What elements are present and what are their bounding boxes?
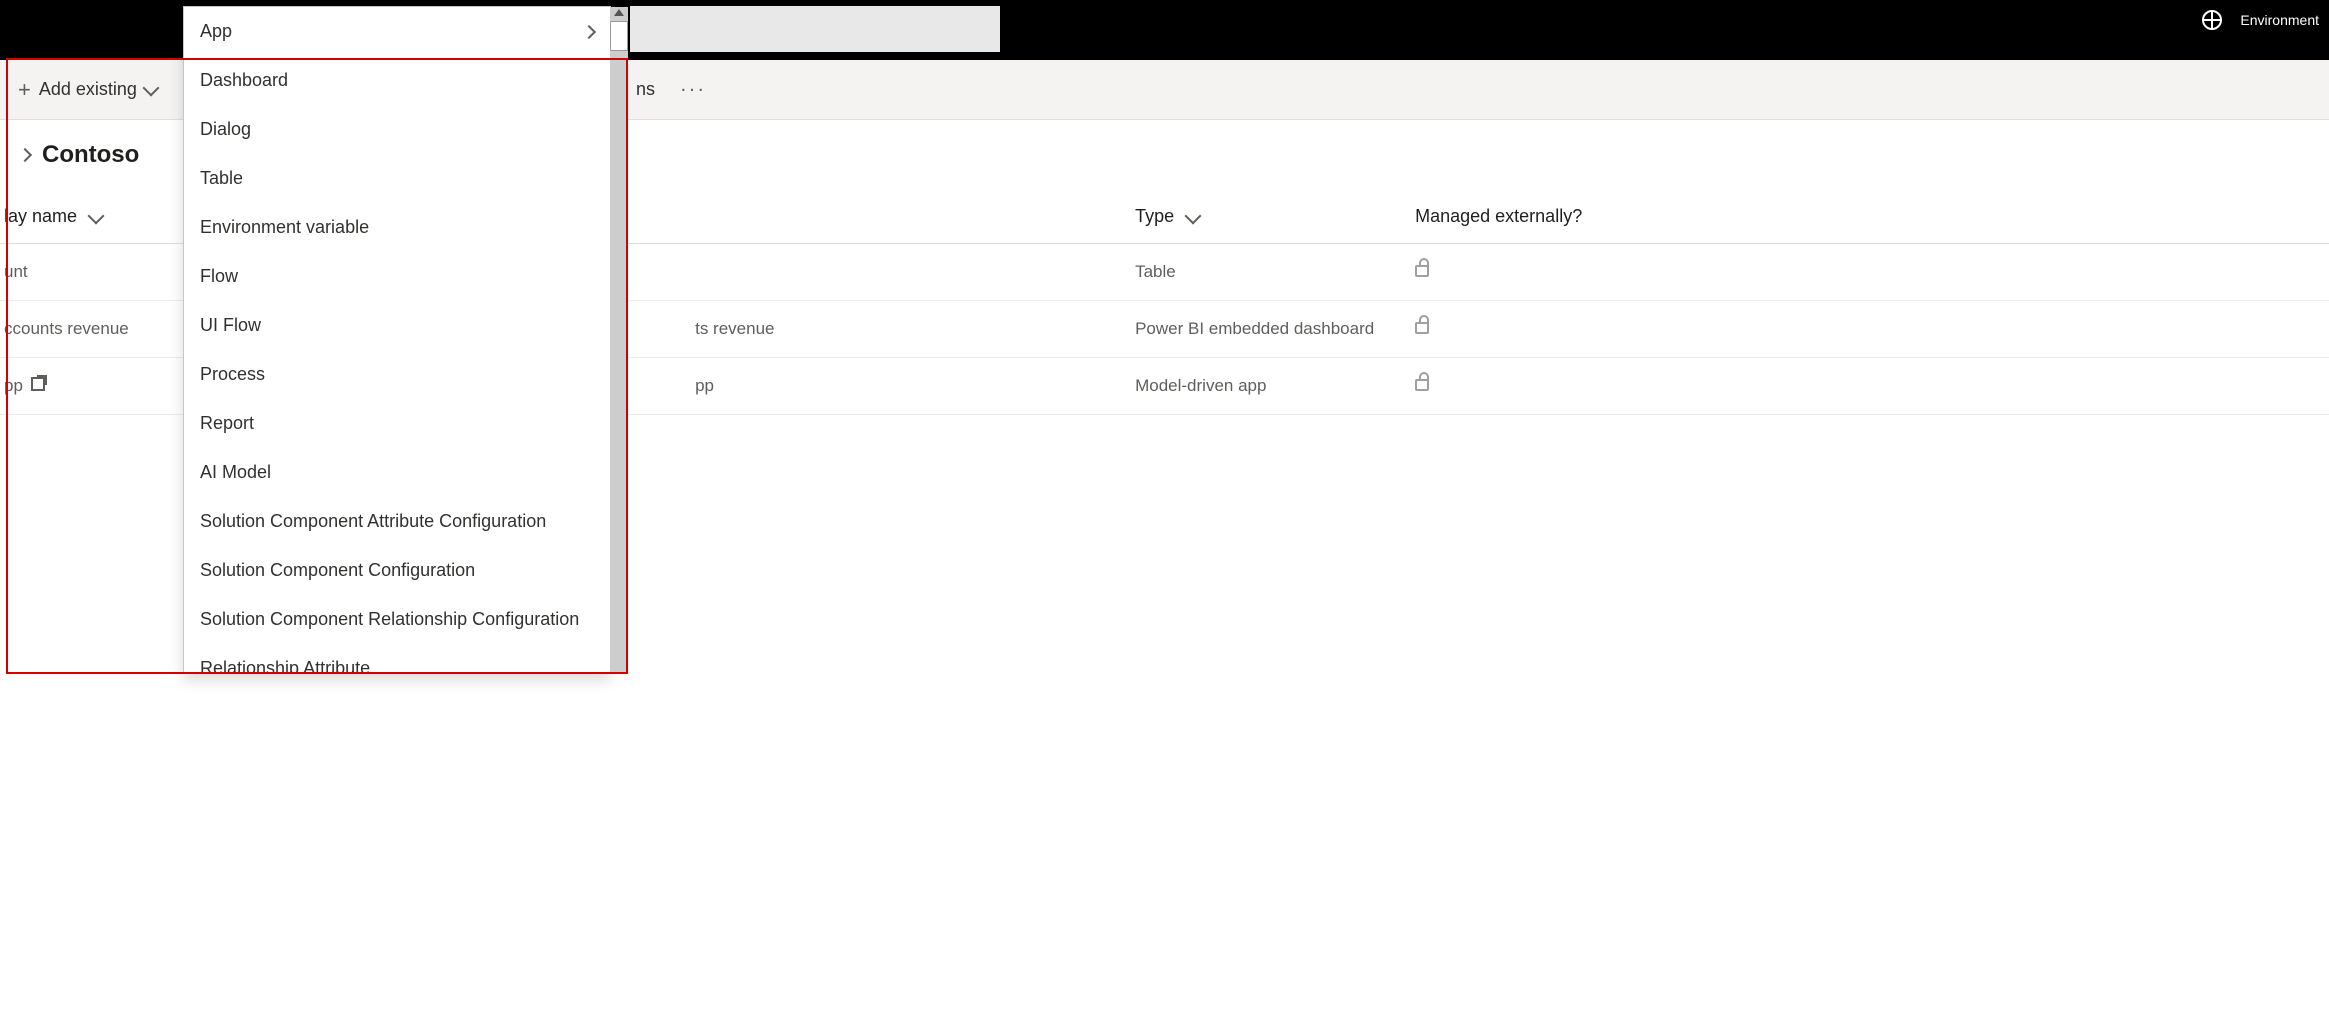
dropdown-item-label: Report [200, 413, 254, 434]
dropdown-item[interactable]: Solution Component Configuration [184, 546, 610, 595]
plus-icon: + [18, 77, 31, 103]
dropdown-item-label: UI Flow [200, 315, 261, 336]
dropdown-item-label: Solution Component Attribute Configurati… [200, 511, 546, 532]
dropdown-item-label: Solution Component Configuration [200, 560, 475, 581]
cell-type: Table [1125, 244, 1405, 301]
cell-name: ts revenue [685, 301, 1125, 358]
search-input[interactable] [630, 6, 1000, 52]
dropdown-item[interactable]: Solution Component Relationship Configur… [184, 595, 610, 644]
breadcrumb-fragment: ns [636, 79, 655, 100]
dropdown-item-label: Dialog [200, 119, 251, 140]
cell-managed [1405, 244, 2329, 301]
add-existing-label: Add existing [39, 79, 137, 100]
lock-icon [1415, 265, 1429, 277]
dropdown-item-label: Relationship Attribute [200, 658, 370, 673]
col-type[interactable]: Type [1125, 190, 1405, 244]
dropdown-item-label: Process [200, 364, 265, 385]
dropdown-item[interactable]: UI Flow [184, 301, 610, 350]
dropdown-item[interactable]: Process [184, 350, 610, 399]
dropdown-item[interactable]: Relationship Attribute [184, 644, 610, 673]
dropdown-item[interactable]: App [184, 7, 610, 56]
environment-label[interactable]: Environment [2240, 12, 2319, 28]
chevron-down-icon [1185, 208, 1202, 225]
lock-icon [1415, 379, 1429, 391]
dropdown-item-label: App [200, 21, 232, 42]
chevron-down-icon [88, 208, 105, 225]
cell-managed [1405, 301, 2329, 358]
dropdown-item-label: Environment variable [200, 217, 369, 238]
dropdown-item[interactable]: AI Model [184, 448, 610, 497]
dropdown-item-label: Flow [200, 266, 238, 287]
dropdown-item-label: Dashboard [200, 70, 288, 91]
chevron-down-icon [142, 79, 159, 96]
dropdown-item[interactable]: Dashboard [184, 56, 610, 105]
dropdown-item[interactable]: Environment variable [184, 203, 610, 252]
add-existing-dropdown: App Dashboard Dialog Table Environment varia… [183, 6, 611, 674]
dropdown-item[interactable]: Flow [184, 252, 610, 301]
dropdown-item[interactable]: Report [184, 399, 610, 448]
cell-name [685, 244, 1125, 301]
dropdown-item[interactable]: Dialog [184, 105, 610, 154]
col-managed-externally[interactable]: Managed externally? [1405, 190, 2329, 244]
dropdown-item-label: Solution Component Relationship Configur… [200, 609, 579, 630]
dropdown-item[interactable]: Solution Component Attribute Configurati… [184, 497, 610, 546]
dropdown-item[interactable]: Table [184, 154, 610, 203]
add-existing-button[interactable]: + Add existing [0, 60, 175, 119]
chevron-right-icon[interactable] [18, 148, 32, 162]
lock-icon [1415, 322, 1429, 334]
scroll-thumb[interactable] [610, 21, 628, 51]
page-title: Contoso [42, 141, 139, 169]
dropdown-item-label: Table [200, 168, 243, 189]
more-commands-button[interactable]: ··· [680, 78, 706, 101]
dropdown-item-label: AI Model [200, 462, 271, 483]
cell-managed [1405, 358, 2329, 415]
open-external-icon[interactable] [31, 377, 45, 391]
scrollbar[interactable] [610, 7, 628, 673]
cell-type: Power BI embedded dashboard [1125, 301, 1405, 358]
globe-icon[interactable] [2202, 10, 2222, 30]
scroll-up-arrow-icon[interactable] [614, 9, 624, 16]
chevron-right-icon [582, 24, 596, 38]
cell-type: Model-driven app [1125, 358, 1405, 415]
cell-name: pp [685, 358, 1125, 415]
